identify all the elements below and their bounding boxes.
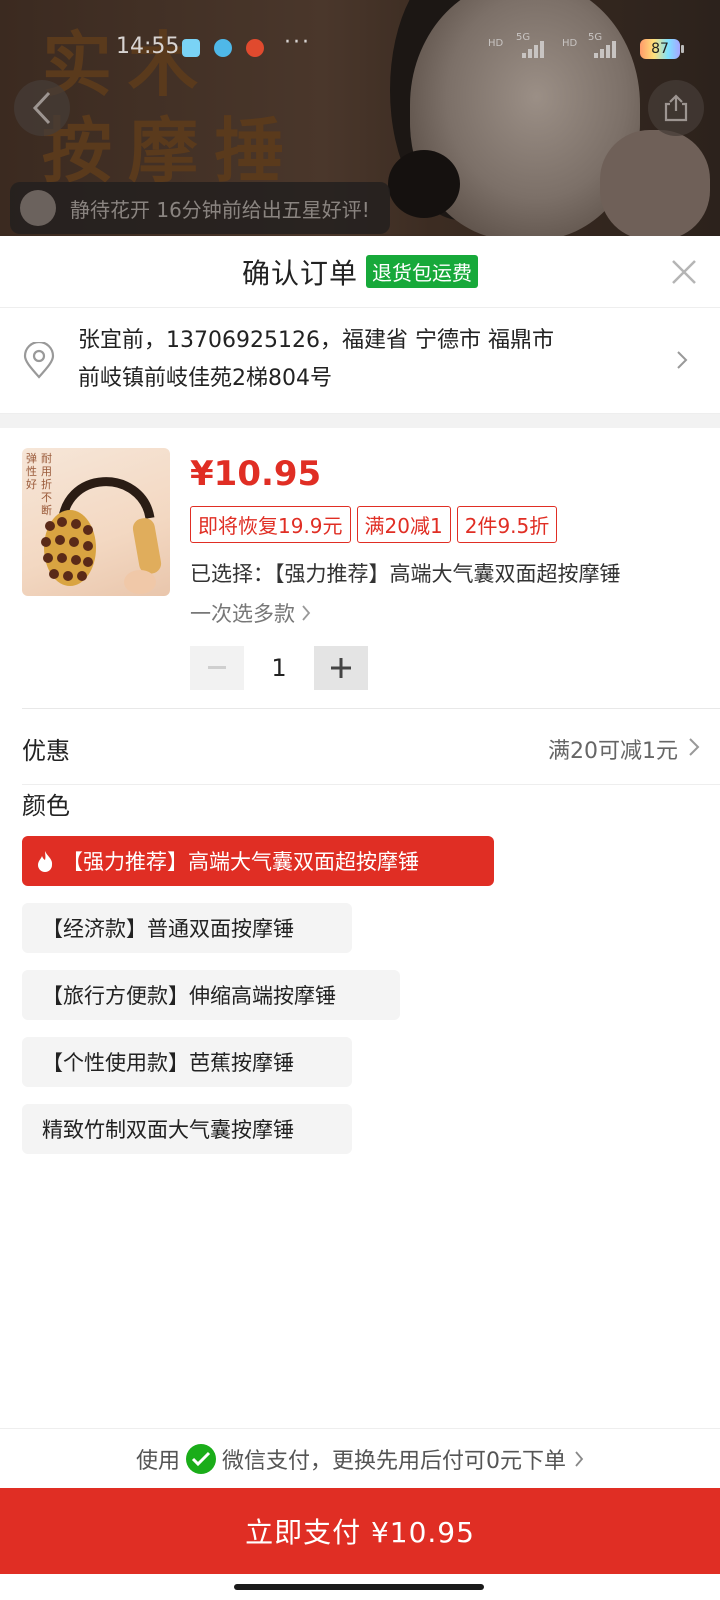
chevron-right-icon [677,351,688,369]
address-line-1: 张宜前，13706925126，福建省 宁德市 福鼎市 [78,328,554,353]
promo-tag: 满20减1 [356,506,451,543]
close-icon [672,260,696,284]
promo-tag: 即将恢复19.9元 [190,506,351,543]
sheet-header: 确认订单 退货包运费 [0,236,720,308]
chevron-right-icon [302,605,311,621]
quantity-stepper: 1 [190,646,368,690]
promo-tags: 即将恢复19.9元 满20减1 2件9.5折 [190,506,558,543]
discount-row[interactable]: 优惠 满20可减1元 [22,709,720,785]
increase-quantity-button[interactable] [314,646,368,690]
multi-select-label: 一次选多款 [190,602,295,626]
address-row[interactable]: 张宜前，13706925126，福建省 宁德市 福鼎市 前岐镇前岐佳苑2梯804… [0,308,720,414]
product-price: ¥10.95 [190,454,322,494]
avatar [20,190,56,226]
banner-model-hand [600,130,710,236]
section-gap [0,414,720,428]
status-time: 14:55 [116,34,180,59]
app-notification-icon [182,39,200,57]
browser-notification-icon [214,39,232,57]
banner-model-bun [388,150,460,218]
color-option[interactable]: 【旅行方便款】伸缩高端按摩锤 [22,970,400,1020]
flame-icon [38,851,53,872]
chevron-right-icon [575,1450,584,1467]
selected-variant: 已选择：【强力推荐】高端大气囊双面超按摩锤 [190,558,621,588]
color-option-label: 精致竹制双面大气囊按摩锤 [42,1118,294,1142]
minus-icon [208,666,226,669]
review-text: 静待花开 16分钟前给出五星好评! [70,197,370,222]
shipping-address: 张宜前，13706925126，福建省 宁德市 福鼎市 前岐镇前岐佳苑2梯804… [78,322,638,398]
more-notifications-icon: ··· [284,30,311,55]
signal-icon-1 [522,40,552,58]
color-option-label: 【强力推荐】高端大气囊双面超按摩锤 [62,850,419,874]
page-title: 确认订单 [241,256,358,290]
status-bar: 14:55 ··· HD 5G HD 5G 87 [0,30,720,70]
hd-label-2: HD [562,38,578,49]
confirm-order-sheet: 确认订单 退货包运费 张宜前，13706925126，福建省 宁德市 福鼎市 前… [0,236,720,1600]
wechat-pay-icon [186,1443,216,1474]
share-icon [664,94,688,122]
color-section-title: 颜色 [22,792,70,820]
massage-hammer-image [41,477,162,594]
signal-icon-2 [594,40,624,58]
back-arrow-icon [32,91,51,125]
chevron-right-icon [689,738,700,756]
plus-icon [331,658,351,678]
discount-value: 满20可减1元 [548,739,678,764]
discount-label: 优惠 [22,737,70,765]
product-summary: 耐用折不断 弹性好 ¥10.95 即将恢复19.9元 满20减1 2件9.5折 [0,428,720,708]
product-banner: 实木 按摩捶 14:55 ··· HD 5G HD 5G 87 静待花开 16分… [0,0,720,236]
share-button[interactable] [648,80,704,136]
multi-select-link[interactable]: 一次选多款 [190,598,311,628]
color-option[interactable]: 【个性使用款】芭蕉按摩锤 [22,1037,352,1087]
product-thumbnail[interactable]: 耐用折不断 弹性好 [22,448,170,596]
color-option-label: 【个性使用款】芭蕉按摩锤 [42,1051,294,1075]
payment-method-text: 微信支付，更换先用后付可0元下单 [222,1448,566,1474]
close-button[interactable] [668,256,700,288]
location-pin-icon [23,342,55,379]
color-option[interactable]: 精致竹制双面大气囊按摩锤 [22,1104,352,1154]
payment-prefix: 使用 [135,1448,180,1474]
review-ticker: 静待花开 16分钟前给出五星好评! [10,182,390,234]
payment-method-row[interactable]: 使用 微信支付，更换先用后付可0元下单 [0,1428,720,1488]
selected-value: 【强力推荐】高端大气囊双面超按摩锤 [274,562,621,586]
free-return-badge: 退货包运费 [366,255,478,288]
shop-notification-icon [246,39,264,57]
selected-label: 已选择： [190,562,274,586]
address-line-2: 前岐镇前岐佳苑2梯804号 [78,366,332,391]
quantity-value[interactable]: 1 [244,654,314,682]
home-indicator[interactable] [234,1584,484,1590]
pay-now-button[interactable]: 立即支付 ¥10.95 [0,1488,720,1574]
battery-indicator: 87 [640,39,684,59]
promo-tag: 2件9.5折 [456,506,558,543]
back-button[interactable] [14,80,70,136]
color-option-selected[interactable]: 【强力推荐】高端大气囊双面超按摩锤 [22,836,494,886]
color-option-label: 【经济款】普通双面按摩锤 [42,917,294,941]
hd-label-1: HD [488,38,504,49]
decrease-quantity-button[interactable] [190,646,244,690]
color-option-label: 【旅行方便款】伸缩高端按摩锤 [42,984,336,1008]
color-option[interactable]: 【经济款】普通双面按摩锤 [22,903,352,953]
